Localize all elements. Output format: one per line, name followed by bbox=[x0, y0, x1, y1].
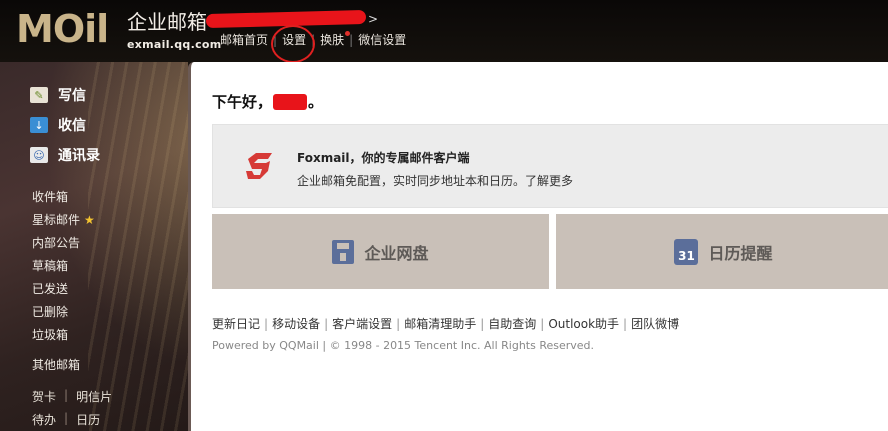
logo-text: MOil bbox=[16, 7, 109, 51]
enterprise-disk-tile[interactable]: 企业网盘 bbox=[212, 214, 549, 289]
foxmail-promo[interactable]: Foxmail，你的专属邮件客户端 企业邮箱免配置，实时同步地址本和日历。了解更… bbox=[212, 124, 888, 208]
link-separator: | bbox=[64, 388, 69, 402]
link-separator: | bbox=[324, 316, 329, 331]
highlight-circle bbox=[271, 25, 315, 63]
todo-link[interactable]: 待办 bbox=[32, 411, 56, 428]
nav-mail-home[interactable]: 邮箱首页 bbox=[220, 31, 268, 48]
receive-button[interactable]: ↓ 收信 bbox=[30, 110, 100, 140]
folder-inbox[interactable]: 收件箱 bbox=[32, 186, 95, 209]
folder-sent[interactable]: 已发送 bbox=[32, 278, 95, 301]
footer-link-changelog[interactable]: 更新日记 bbox=[212, 315, 260, 332]
contacts-button[interactable]: ☺ 通讯录 bbox=[30, 140, 100, 170]
receive-label: 收信 bbox=[58, 118, 86, 134]
footer-link-self-service[interactable]: 自助查询 bbox=[488, 315, 536, 332]
greeting: 下午好， 。 bbox=[212, 91, 323, 112]
write-icon: ✎ bbox=[30, 87, 48, 103]
link-separator: | bbox=[540, 316, 545, 331]
compose-button[interactable]: ✎ 写信 bbox=[30, 80, 100, 110]
nav-skin[interactable]: 换肤 bbox=[320, 31, 351, 48]
link-separator: | bbox=[264, 316, 269, 331]
footer-link-mobile[interactable]: 移动设备 bbox=[272, 315, 320, 332]
promo-title: Foxmail，你的专属邮件客户端 bbox=[297, 151, 470, 165]
calendar-reminder-label: 日历提醒 bbox=[708, 243, 773, 263]
folder-deleted[interactable]: 已删除 bbox=[32, 301, 95, 324]
footer-links: 更新日记 | 移动设备 | 客户端设置 | 邮箱清理助手 | 自助查询 | Ou… bbox=[212, 315, 679, 332]
star-icon: ★ bbox=[84, 213, 95, 227]
footer-link-outlook[interactable]: Outlook助手 bbox=[548, 315, 619, 332]
disk-icon bbox=[332, 239, 355, 264]
folder-announcements[interactable]: 内部公告 bbox=[32, 232, 95, 255]
footer-link-weibo[interactable]: 团队微博 bbox=[631, 315, 679, 332]
sidebar-background-rays bbox=[88, 62, 188, 431]
inbox-download-icon: ↓ bbox=[30, 117, 48, 133]
folder-spam[interactable]: 垃圾箱 bbox=[32, 324, 95, 347]
compose-label: 写信 bbox=[58, 88, 86, 104]
foxmail-logo-icon bbox=[246, 153, 272, 179]
postcard-link[interactable]: 明信片 bbox=[76, 388, 112, 405]
brand-domain: exmail.qq.com bbox=[127, 38, 222, 51]
contacts-label: 通讯录 bbox=[58, 148, 100, 164]
other-mailboxes[interactable]: 其他邮箱 bbox=[32, 356, 80, 373]
learn-more-link[interactable]: 了解更多 bbox=[525, 174, 573, 188]
link-separator: | bbox=[623, 316, 628, 331]
link-separator: | bbox=[480, 316, 485, 331]
greeting-card-link[interactable]: 贺卡 bbox=[32, 388, 56, 405]
account-arrow[interactable]: > bbox=[368, 12, 378, 26]
folder-starred[interactable]: 星标邮件 ★ bbox=[32, 209, 95, 232]
top-header: MOil 企业邮箱 exmail.qq.com > 邮箱首页 | 设置 | 换肤… bbox=[0, 0, 888, 63]
bottom-links-row2: 待办 | 日历 bbox=[32, 411, 100, 428]
calendar-icon: 31 bbox=[674, 238, 699, 265]
promo-description: 企业邮箱免配置，实时同步地址本和日历。了解更多 bbox=[297, 172, 573, 189]
greeting-prefix: 下午好， bbox=[212, 93, 273, 111]
redacted-username bbox=[273, 93, 308, 110]
nav-skin-label: 换肤 bbox=[320, 33, 345, 47]
folder-drafts[interactable]: 草稿箱 bbox=[32, 255, 95, 278]
link-separator: | bbox=[396, 316, 401, 331]
contacts-icon: ☺ bbox=[30, 147, 48, 163]
main-panel: 下午好， 。 Foxmail，你的专属邮件客户端 企业邮箱免配置，实时同步地址本… bbox=[188, 62, 888, 431]
enterprise-disk-label: 企业网盘 bbox=[364, 243, 429, 263]
link-separator: | bbox=[64, 411, 69, 425]
promo-desc-text: 企业邮箱免配置，实时同步地址本和日历。 bbox=[297, 174, 526, 188]
folder-list: 收件箱 星标邮件 ★ 内部公告 草稿箱 已发送 已删除 垃圾箱 bbox=[32, 186, 95, 347]
copyright: Powered by QQMail | © 1998 - 2015 Tencen… bbox=[212, 339, 595, 352]
main-actions: ✎ 写信 ↓ 收信 ☺ 通讯录 bbox=[30, 80, 100, 170]
logo[interactable]: MOil bbox=[16, 7, 109, 51]
footer-link-cleanup[interactable]: 邮箱清理助手 bbox=[404, 315, 476, 332]
greeting-suffix: 。 bbox=[308, 93, 324, 111]
folder-starred-label: 星标邮件 bbox=[32, 213, 81, 227]
sidebar: ✎ 写信 ↓ 收信 ☺ 通讯录 收件箱 星标邮件 ★ 内部公告 草稿箱 已发送 已… bbox=[0, 62, 188, 431]
calendar-link[interactable]: 日历 bbox=[76, 411, 100, 428]
nav-wechat-settings[interactable]: 微信设置 bbox=[358, 31, 406, 48]
bottom-links-row1: 贺卡 | 明信片 bbox=[32, 388, 112, 405]
calendar-reminder-tile[interactable]: 31 日历提醒 bbox=[556, 214, 888, 289]
footer-link-client-settings[interactable]: 客户端设置 bbox=[332, 315, 392, 332]
